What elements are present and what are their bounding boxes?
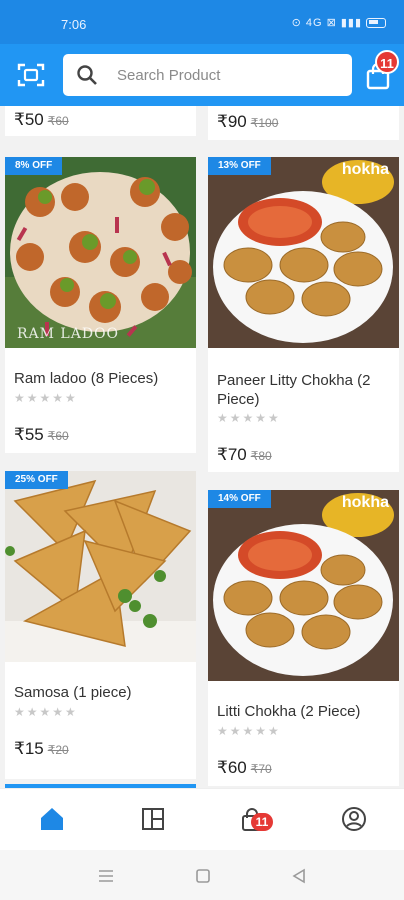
product-price: ₹70 ₹80 bbox=[217, 445, 272, 464]
cart-count-badge: 11 bbox=[375, 50, 399, 74]
image-watermark: RAM LADOO bbox=[17, 326, 120, 342]
home-square-icon[interactable] bbox=[193, 866, 213, 886]
product-mrp: ₹60 bbox=[47, 429, 69, 443]
product-card[interactable]: 13% OFF hokha Paneer Litty Chokha (2 Pie… bbox=[208, 157, 399, 472]
product-image[interactable]: 25% OFF bbox=[5, 471, 196, 662]
back-icon[interactable] bbox=[289, 866, 309, 886]
search-bar[interactable] bbox=[63, 54, 352, 96]
rating-stars: ★★★★★ bbox=[14, 705, 78, 719]
product-mrp: ₹70 bbox=[250, 762, 272, 776]
product-image[interactable]: 8% OFF RAM LADOO bbox=[5, 157, 196, 348]
product-mrp: ₹20 bbox=[47, 743, 69, 757]
product-card[interactable]: 25% OFF Samosa (1 piece) ★★★★★ ₹15 ₹20 bbox=[5, 471, 196, 779]
image-title-text: hokha bbox=[341, 494, 389, 511]
rating-stars: ★★★★★ bbox=[14, 391, 78, 405]
product-name: Paneer Litty Chokha (2 Piece) bbox=[217, 372, 371, 408]
home-icon[interactable] bbox=[38, 805, 66, 833]
scan-icon[interactable] bbox=[17, 62, 45, 88]
product-price: ₹55 ₹60 bbox=[14, 425, 69, 444]
product-name: Ram ladoo (8 Pieces) bbox=[14, 370, 159, 387]
image-title-text: hokha bbox=[341, 161, 389, 178]
search-icon bbox=[77, 65, 97, 85]
status-indicators: ⊙ 4G ⊠ ▮▮▮ bbox=[291, 17, 362, 29]
battery-icon bbox=[366, 17, 386, 28]
discount-badge: 8% OFF bbox=[5, 157, 63, 175]
cart-nav-badge: 11 bbox=[251, 813, 273, 831]
product-card[interactable]: 14% OFF hokha Litti Chokha (2 Piece) ★★★… bbox=[208, 490, 399, 786]
account-icon[interactable] bbox=[340, 805, 368, 833]
bottom-navigation: 11 bbox=[0, 788, 404, 850]
categories-icon[interactable] bbox=[139, 805, 167, 833]
product-price: ₹15 ₹20 bbox=[14, 739, 69, 758]
discount-badge: 13% OFF bbox=[208, 157, 271, 175]
menu-icon[interactable] bbox=[96, 866, 116, 886]
search-input[interactable] bbox=[117, 66, 317, 84]
product-image[interactable]: 14% OFF hokha bbox=[208, 490, 399, 681]
product-name: Litti Chokha (2 Piece) bbox=[217, 703, 361, 720]
system-navigation bbox=[0, 850, 404, 900]
product-mrp: ₹100 bbox=[250, 116, 279, 130]
product-price: ₹90 ₹100 bbox=[217, 112, 279, 131]
product-name: Samosa (1 piece) bbox=[14, 684, 132, 701]
product-price: ₹50 ₹60 bbox=[14, 110, 69, 129]
discount-badge: 25% OFF bbox=[5, 471, 68, 489]
discount-badge: 14% OFF bbox=[208, 490, 271, 508]
product-card[interactable]: 8% OFF RAM LADOO Ram ladoo (8 Pieces) ★★… bbox=[5, 157, 196, 453]
status-bar: 7:06 ⊙ 4G ⊠ ▮▮▮ bbox=[0, 0, 404, 46]
product-card[interactable]: ₹90 ₹100 bbox=[208, 106, 399, 140]
product-mrp: ₹80 bbox=[250, 449, 272, 463]
app-header bbox=[0, 44, 404, 106]
product-grid[interactable]: ₹50 ₹60 ₹90 ₹100 8% OFF RAM LADOO Ram la… bbox=[0, 106, 404, 788]
product-image[interactable]: 13% OFF hokha bbox=[208, 157, 399, 348]
status-icons: ⊙ 4G ⊠ ▮▮▮ bbox=[292, 16, 386, 29]
status-time: 7:06 bbox=[61, 17, 87, 32]
product-mrp: ₹60 bbox=[47, 114, 69, 128]
rating-stars: ★★★★★ bbox=[217, 724, 281, 738]
rating-stars: ★★★★★ bbox=[217, 411, 281, 425]
product-card[interactable]: ₹50 ₹60 bbox=[5, 106, 196, 136]
product-price: ₹60 ₹70 bbox=[217, 758, 272, 777]
